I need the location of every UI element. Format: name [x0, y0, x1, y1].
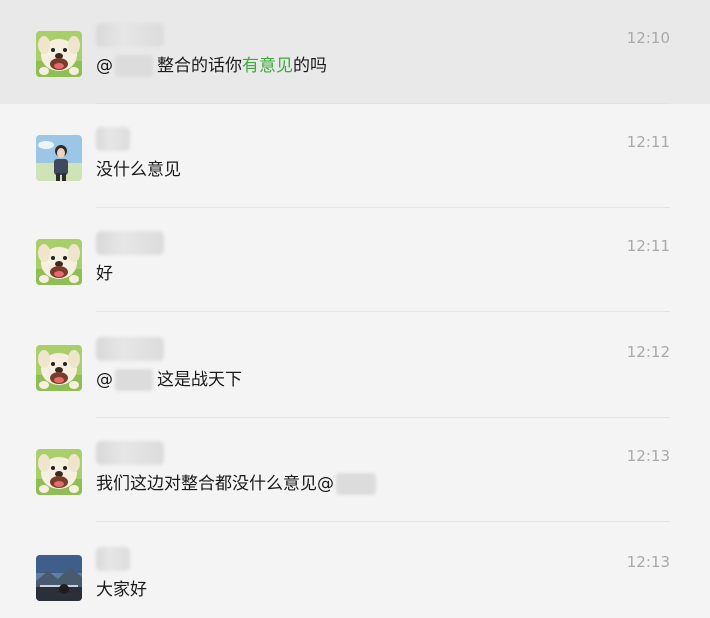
- message-text-part: 整合的话你: [157, 56, 242, 76]
- divider: [96, 521, 670, 522]
- message-text-part: 这是战天下: [157, 370, 242, 390]
- message-text-part: 的吗: [293, 56, 327, 76]
- divider: [96, 311, 670, 312]
- person-photo-avatar[interactable]: [36, 135, 82, 181]
- sender-name-redacted: [96, 441, 164, 465]
- message-item[interactable]: 12:12 @ 这是战天下: [0, 314, 710, 418]
- highlighted-keyword[interactable]: 有意见: [242, 56, 293, 76]
- sender-name-redacted: [96, 337, 164, 361]
- message-item[interactable]: 12:11 没什么意见: [0, 104, 710, 208]
- message-item[interactable]: 12:10 @ 整合的话你有意见的吗: [0, 0, 710, 104]
- mention-name-redacted: [336, 473, 376, 495]
- cartoon-dog-avatar[interactable]: [36, 239, 82, 285]
- message-text: @ 整合的话你有意见的吗: [96, 55, 327, 77]
- mention-name-redacted: [115, 55, 153, 77]
- mention-symbol: @: [96, 56, 113, 76]
- message-text-part: 我们这边对整合都没什么意见@: [96, 474, 334, 494]
- mention-symbol: @: [96, 370, 113, 390]
- cartoon-dog-avatar[interactable]: [36, 449, 82, 495]
- message-text: 好: [96, 264, 113, 284]
- message-time: 12:12: [626, 343, 670, 361]
- sender-name-redacted: [96, 23, 164, 47]
- message-list: 12:10 @ 整合的话你有意见的吗 12:11 没什么意见 12:11 好 12…: [0, 0, 710, 618]
- message-time: 12:10: [626, 29, 670, 47]
- message-time: 12:13: [626, 553, 670, 571]
- message-text: 我们这边对整合都没什么意见@: [96, 473, 376, 495]
- message-text: @ 这是战天下: [96, 369, 242, 391]
- landscape-photo-avatar[interactable]: [36, 555, 82, 601]
- message-item[interactable]: 12:13 我们这边对整合都没什么意见@: [0, 418, 710, 522]
- sender-name-redacted: [96, 547, 130, 571]
- mention-name-redacted: [115, 369, 153, 391]
- message-time: 12:13: [626, 447, 670, 465]
- message-text: 大家好: [96, 580, 147, 600]
- cartoon-dog-avatar[interactable]: [36, 31, 82, 77]
- message-text: 没什么意见: [96, 160, 181, 180]
- message-item[interactable]: 12:11 好: [0, 208, 710, 312]
- message-time: 12:11: [626, 237, 670, 255]
- sender-name-redacted: [96, 231, 164, 255]
- message-item[interactable]: 12:13 大家好: [0, 524, 710, 618]
- cartoon-dog-avatar[interactable]: [36, 345, 82, 391]
- sender-name-redacted: [96, 127, 130, 151]
- message-time: 12:11: [626, 133, 670, 151]
